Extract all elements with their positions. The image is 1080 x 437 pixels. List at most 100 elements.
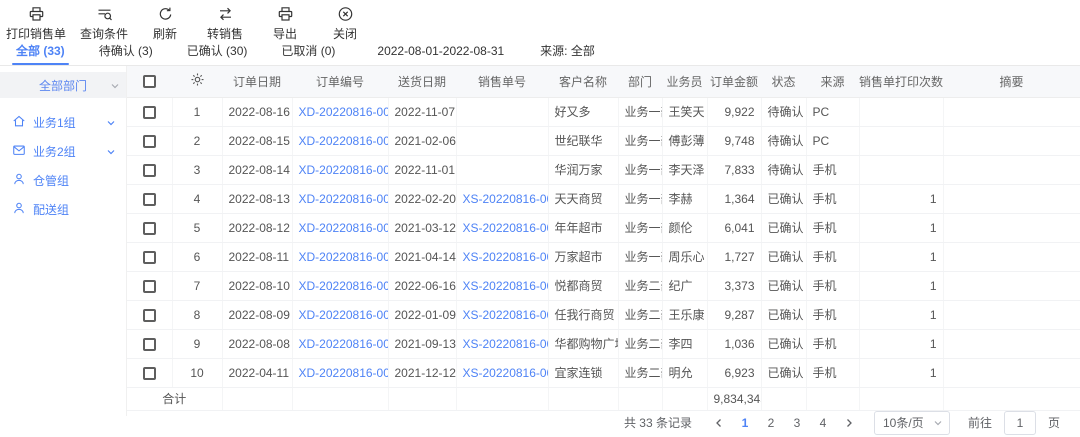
page-size-select[interactable]: 10条/页 (874, 411, 950, 435)
row-checkbox[interactable] (143, 367, 156, 380)
order-date-cell: 2022-08-10 (222, 271, 292, 300)
row-checkbox[interactable] (143, 222, 156, 235)
sidebar-item-business-group-1[interactable]: 业务1组 (0, 108, 126, 137)
sales-no-link[interactable]: XS-20220816-000011 (463, 308, 549, 322)
order-no-link[interactable]: XD-20220816-000013 (299, 250, 389, 264)
row-checkbox[interactable] (143, 135, 156, 148)
order-no-link[interactable]: XD-20220816-000010 (299, 337, 389, 351)
column-header-order-no[interactable]: 订单编号 (292, 66, 388, 97)
sales-no-link[interactable]: XS-20220816-000013 (463, 250, 549, 264)
tab-cancelled[interactable]: 已取消 (0) (271, 42, 345, 65)
sidebar-item-business-group-2[interactable]: 业务2组 (0, 137, 126, 166)
sidebar-item-label: 配送组 (33, 201, 69, 218)
summary-cell (943, 358, 1080, 387)
gear-icon[interactable] (190, 76, 205, 90)
summary-cell (943, 242, 1080, 271)
column-header-amount[interactable]: 订单金额 (707, 66, 761, 97)
summary-cell (943, 97, 1080, 126)
row-checkbox[interactable] (143, 193, 156, 206)
page-number-1[interactable]: 1 (734, 412, 756, 434)
tool-label: 查询条件 (80, 25, 128, 42)
amount-cell: 1,364 (707, 184, 761, 213)
row-checkbox[interactable] (143, 164, 156, 177)
person-icon (12, 172, 26, 189)
column-header-department[interactable]: 部门 (618, 66, 662, 97)
date-range-filter[interactable]: 2022-08-01-2022-08-31 (377, 44, 504, 58)
column-header-salesperson[interactable]: 业务员 (662, 66, 707, 97)
column-header-source[interactable]: 来源 (806, 66, 859, 97)
order-no-link[interactable]: XD-20220816-000018 (299, 105, 389, 119)
column-header-order-date[interactable]: 订单日期 (222, 66, 292, 97)
tool-label: 转销售 (207, 25, 243, 42)
goto-page-input[interactable] (1004, 411, 1036, 435)
order-no-link[interactable]: XD-20220816-000011 (299, 308, 389, 322)
department-select[interactable]: 全部部门 (0, 72, 126, 98)
row-checkbox[interactable] (143, 280, 156, 293)
row-checkbox[interactable] (143, 309, 156, 322)
order-no-link[interactable]: XD-20220816-000015 (299, 192, 389, 206)
page-number-3[interactable]: 3 (786, 412, 808, 434)
order-no-link[interactable]: XD-20220816-000016 (299, 163, 389, 177)
print-count-cell: 1 (859, 213, 943, 242)
column-header-sales-no[interactable]: 销售单号 (456, 66, 548, 97)
source-cell: PC (806, 126, 859, 155)
sales-no-link[interactable]: XS-20220816-000012 (463, 279, 549, 293)
tab-confirmed[interactable]: 已确认 (30) (177, 42, 258, 65)
sidebar-item-label: 仓管组 (33, 172, 69, 189)
row-checkbox[interactable] (143, 251, 156, 264)
close-button[interactable]: 关闭 (322, 6, 368, 42)
page-number-4[interactable]: 4 (812, 412, 834, 434)
transfer-to-sales-button[interactable]: 转销售 (202, 6, 248, 42)
chevron-down-icon (933, 418, 943, 428)
sidebar-item-warehouse-group[interactable]: 仓管组 (0, 166, 126, 195)
next-page-button[interactable] (838, 412, 860, 434)
export-icon (277, 6, 294, 22)
export-button[interactable]: 导出 (262, 6, 308, 42)
row-checkbox[interactable] (143, 106, 156, 119)
person-icon (12, 201, 26, 218)
order-no-link[interactable]: XD-20220816-000014 (299, 221, 389, 235)
order-no-link[interactable]: XD-20220816-000009 (299, 366, 389, 380)
department-cell: 业务一部 (618, 242, 662, 271)
delivery-date-cell: 2022-02-20 (388, 184, 456, 213)
salesperson-cell: 傅彭薄 (662, 126, 707, 155)
column-header-delivery-date[interactable]: 送货日期 (388, 66, 456, 97)
sales-no-link[interactable]: XS-20220816-000010 (463, 337, 549, 351)
order-no-link[interactable]: XD-20220816-000017 (299, 134, 389, 148)
tab-all[interactable]: 全部 (33) (6, 42, 75, 65)
chevron-down-icon[interactable] (106, 146, 116, 160)
summary-label: 合计 (127, 387, 222, 410)
order-no-link[interactable]: XD-20220816-000012 (299, 279, 389, 293)
delivery-date-cell: 2021-04-14 (388, 242, 456, 271)
order-date-cell: 2022-08-14 (222, 155, 292, 184)
sales-no-link[interactable]: XS-20220816-000009 (463, 366, 549, 380)
select-all-checkbox[interactable] (143, 75, 156, 88)
status-cell: 已确认 (761, 184, 806, 213)
column-header-status[interactable]: 状态 (761, 66, 806, 97)
summary-cell (943, 126, 1080, 155)
sales-no-link[interactable]: XS-20220816-000015 (463, 192, 549, 206)
source-filter[interactable]: 来源: 全部 (540, 42, 595, 59)
tool-label: 关闭 (333, 25, 357, 42)
print-sales-order-button[interactable]: 打印销售单 (6, 6, 66, 42)
page-number-2[interactable]: 2 (760, 412, 782, 434)
chevron-down-icon[interactable] (106, 117, 116, 131)
sidebar-item-delivery-group[interactable]: 配送组 (0, 195, 126, 224)
column-header-print-count[interactable]: 销售单打印次数 (859, 66, 943, 97)
prev-page-button[interactable] (708, 412, 730, 434)
query-criteria-button[interactable]: 查询条件 (80, 6, 128, 42)
row-number: 8 (172, 300, 222, 329)
row-checkbox[interactable] (143, 338, 156, 351)
order-date-cell: 2022-08-08 (222, 329, 292, 358)
refresh-button[interactable]: 刷新 (142, 6, 188, 42)
source-cell: 手机 (806, 329, 859, 358)
salesperson-cell: 纪广 (662, 271, 707, 300)
printer-icon (28, 6, 45, 22)
source-cell: 手机 (806, 155, 859, 184)
sales-no-link[interactable]: XS-20220816-000014 (463, 221, 549, 235)
home-icon (12, 114, 26, 131)
column-header-customer[interactable]: 客户名称 (548, 66, 618, 97)
column-header-summary[interactable]: 摘要 (943, 66, 1080, 97)
tab-pending-confirm[interactable]: 待确认 (3) (89, 42, 163, 65)
department-cell: 业务二部 (618, 300, 662, 329)
